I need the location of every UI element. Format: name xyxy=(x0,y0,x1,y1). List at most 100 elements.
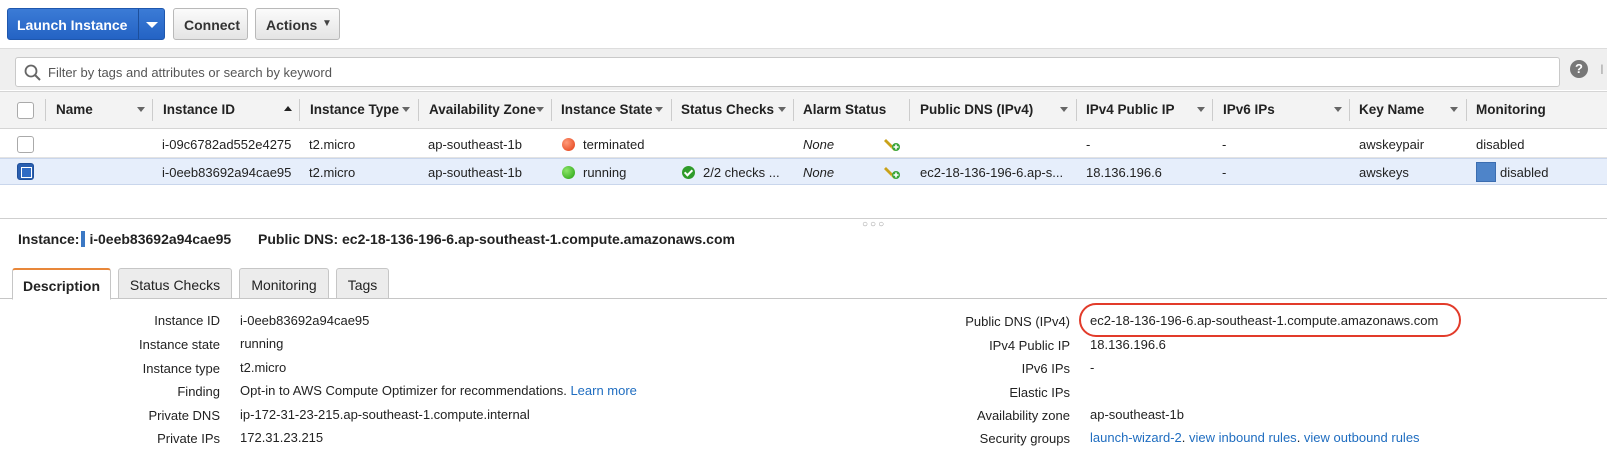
column-separator xyxy=(299,99,300,121)
select-all-checkbox[interactable] xyxy=(17,102,34,119)
tab-monitoring-label: Monitoring xyxy=(251,277,317,293)
column-separator xyxy=(418,99,419,121)
column-header-instance-id[interactable]: Instance ID xyxy=(163,92,235,128)
sort-arrow-icon[interactable] xyxy=(402,107,410,112)
tab-monitoring[interactable]: Monitoring xyxy=(239,268,329,299)
sort-arrow-icon[interactable] xyxy=(778,107,786,112)
actions-label: Actions xyxy=(266,17,318,33)
instance-detail-header: Instance: i-0eeb83692a94cae95 xyxy=(18,231,231,247)
chevron-down-icon: ▼ xyxy=(322,18,332,29)
state-running-icon xyxy=(562,166,575,179)
label-private-dns: Private DNS xyxy=(148,408,220,423)
column-header-status-checks[interactable]: Status Checks xyxy=(681,92,774,128)
cell-monitoring: disabled xyxy=(1476,137,1525,152)
sort-arrow-icon[interactable] xyxy=(1060,107,1068,112)
row-checkbox-checked[interactable] xyxy=(17,163,34,180)
cell-key-name: awskeys xyxy=(1359,165,1409,180)
value-availability-zone: ap-southeast-1b xyxy=(1090,407,1184,422)
cell-ipv6-ips: - xyxy=(1222,165,1227,180)
sort-arrow-icon[interactable] xyxy=(536,107,544,112)
tab-status-checks[interactable]: Status Checks xyxy=(118,268,232,299)
cell-instance-type: t2.micro xyxy=(309,137,356,152)
value-finding: Opt-in to AWS Compute Optimizer for reco… xyxy=(240,383,637,398)
cell-alarm-status: None xyxy=(803,165,835,180)
column-header-ipv4-public-ip[interactable]: IPv4 Public IP xyxy=(1086,92,1175,128)
separator: . xyxy=(1296,430,1304,445)
search-icon xyxy=(24,64,41,81)
sort-arrow-icon[interactable] xyxy=(1450,107,1458,112)
column-header-key-name[interactable]: Key Name xyxy=(1359,92,1424,128)
security-group-link[interactable]: launch-wizard-2 xyxy=(1090,430,1182,445)
instances-table-header: Name Instance ID Instance Type Availabil… xyxy=(0,91,1607,129)
cell-instance-id: i-09c6782ad552e4275 xyxy=(162,137,292,152)
connect-label: Connect xyxy=(184,17,240,33)
value-ipv6-ips: - xyxy=(1090,360,1095,375)
filter-box xyxy=(15,57,1560,87)
public-dns-header: Public DNS: ec2-18-136-196-6.ap-southeas… xyxy=(258,231,735,247)
view-inbound-rules-link[interactable]: view inbound rules xyxy=(1189,430,1297,445)
finding-text: Opt-in to AWS Compute Optimizer for reco… xyxy=(240,383,567,398)
filter-search-input[interactable] xyxy=(46,61,1506,83)
column-separator xyxy=(909,99,910,121)
column-header-instance-state[interactable]: Instance State xyxy=(561,92,653,128)
launch-instance-button[interactable]: Launch Instance xyxy=(7,8,165,40)
label-instance-type: Instance type xyxy=(142,361,220,376)
cell-instance-id: i-0eeb83692a94cae95 xyxy=(162,165,292,180)
label-elastic-ips: Elastic IPs xyxy=(1009,385,1070,400)
label-ipv4-public-ip: IPv4 Public IP xyxy=(989,338,1070,353)
column-separator xyxy=(793,99,794,121)
column-separator xyxy=(1349,99,1350,121)
pane-splitter[interactable] xyxy=(0,218,1607,219)
row-checkbox[interactable] xyxy=(17,136,34,153)
launch-instance-label: Launch Instance xyxy=(17,17,128,33)
column-header-availability-zone[interactable]: Availability Zone xyxy=(429,92,536,128)
learn-more-link[interactable]: Learn more xyxy=(570,383,636,398)
sort-arrow-icon[interactable] xyxy=(1197,107,1205,112)
value-security-groups: launch-wizard-2. view inbound rules. vie… xyxy=(1090,430,1420,445)
value-ipv4-public-ip: 18.136.196.6 xyxy=(1090,337,1166,352)
value-private-dns: ip-172-31-23-215.ap-southeast-1.compute.… xyxy=(240,407,530,422)
tab-description[interactable]: Description xyxy=(12,268,111,300)
tab-tags[interactable]: Tags xyxy=(336,268,389,299)
status-check-ok-icon xyxy=(682,166,695,179)
launch-dropdown-caret-icon[interactable] xyxy=(146,22,158,28)
launch-split-divider xyxy=(138,9,139,39)
instance-id-value: i-0eeb83692a94cae95 xyxy=(89,231,232,247)
label-security-groups: Security groups xyxy=(979,431,1070,446)
column-header-alarm-status[interactable]: Alarm Status xyxy=(803,92,886,128)
actions-button[interactable]: Actions ▼ xyxy=(255,8,340,40)
state-terminated-icon xyxy=(562,138,575,151)
column-separator xyxy=(1076,99,1077,121)
cell-ipv4-public-ip: - xyxy=(1086,137,1091,152)
sort-arrow-icon[interactable] xyxy=(1334,107,1342,112)
column-header-monitoring[interactable]: Monitoring xyxy=(1476,92,1546,128)
sort-arrow-icon[interactable] xyxy=(655,107,663,112)
value-instance-state: running xyxy=(240,336,284,351)
separator: . xyxy=(1181,430,1189,445)
label-instance-state: Instance state xyxy=(139,337,220,352)
alarm-bell-add-icon[interactable] xyxy=(883,135,901,153)
splitter-grip-icon[interactable]: ○○○ xyxy=(862,219,886,230)
cell-alarm-status: None xyxy=(803,137,835,152)
tab-status-checks-label: Status Checks xyxy=(129,277,221,293)
column-header-name[interactable]: Name xyxy=(56,92,93,128)
tab-description-label: Description xyxy=(22,278,100,294)
connect-button[interactable]: Connect xyxy=(173,8,248,40)
column-header-instance-type[interactable]: Instance Type xyxy=(310,92,399,128)
label-private-ips: Private IPs xyxy=(157,431,220,446)
table-row[interactable]: i-09c6782ad552e4275 t2.micro ap-southeas… xyxy=(0,131,1607,158)
label-instance-id: Instance ID xyxy=(154,313,220,328)
cell-instance-state: terminated xyxy=(583,137,645,152)
cell-ipv4-public-ip: 18.136.196.6 xyxy=(1086,165,1162,180)
alarm-bell-add-icon[interactable] xyxy=(883,163,901,181)
view-outbound-rules-link[interactable]: view outbound rules xyxy=(1304,430,1420,445)
table-row-selected[interactable]: i-0eeb83692a94cae95 t2.micro ap-southeas… xyxy=(0,158,1607,185)
instance-marker xyxy=(81,231,86,247)
sort-ascending-icon[interactable] xyxy=(284,106,292,111)
public-dns-label: Public DNS: xyxy=(258,231,339,247)
tab-tags-label: Tags xyxy=(347,277,378,293)
help-icon[interactable]: ? xyxy=(1570,60,1588,78)
sort-arrow-icon[interactable] xyxy=(137,107,145,112)
column-header-ipv6-ips[interactable]: IPv6 IPs xyxy=(1223,92,1275,128)
column-header-public-dns[interactable]: Public DNS (IPv4) xyxy=(920,92,1033,128)
